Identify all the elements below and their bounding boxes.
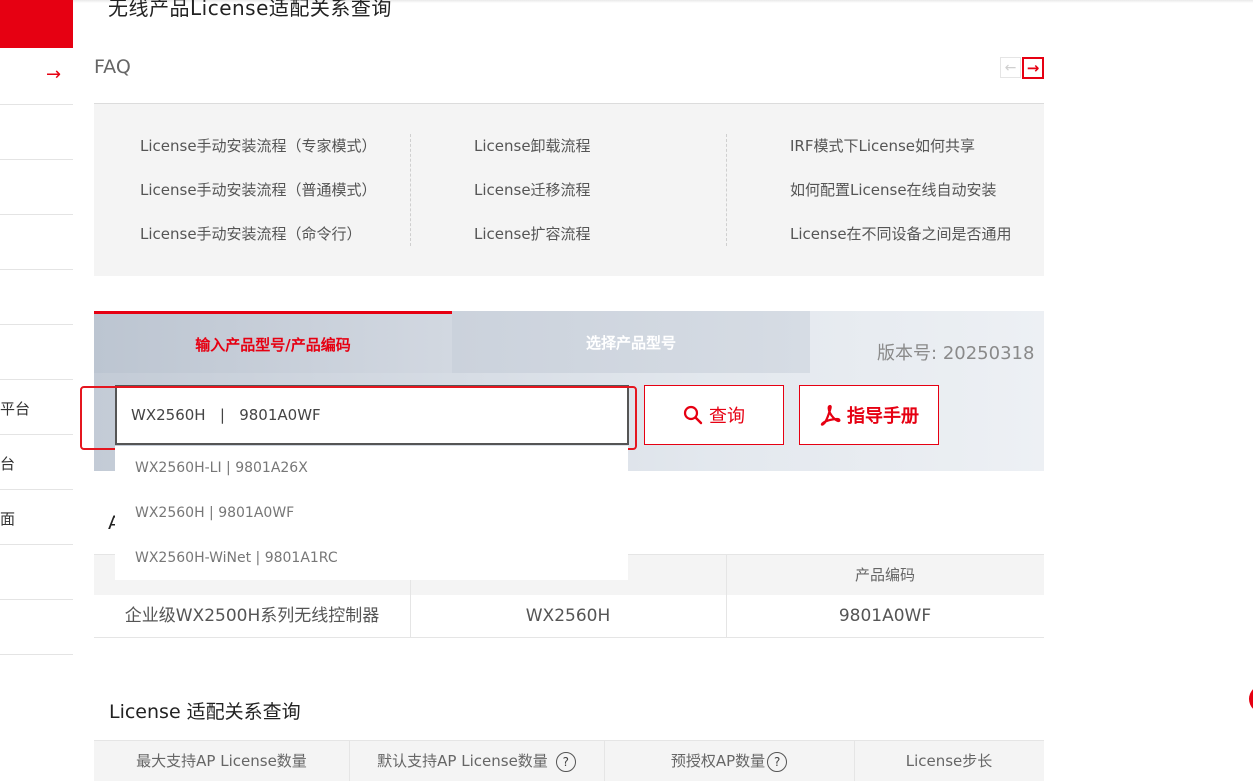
guide-button-label: 指导手册 — [847, 406, 919, 427]
faq-column-separator — [726, 134, 727, 246]
chevron-left-icon[interactable]: ← — [1000, 57, 1021, 78]
sidebar-divider — [0, 379, 73, 380]
table-cell: 9801A0WF — [838, 606, 932, 626]
version-number: 版本号: 20250318 — [877, 339, 1034, 365]
faq-title: FAQ — [94, 56, 131, 78]
table-row: 企业级WX2500H系列无线控制器 WX2560H 9801A0WF — [94, 595, 1044, 638]
license-header-label: 预授权AP数量 — [670, 752, 766, 770]
faq-link[interactable]: License手动安装流程（专家模式） — [140, 136, 377, 180]
arrow-right-icon[interactable]: → — [46, 64, 61, 85]
faq-link[interactable]: License迁移流程 — [474, 180, 591, 224]
arrow-right-icon[interactable]: → — [1022, 57, 1044, 79]
faq-panel: License手动安装流程（专家模式） License手动安装流程（普通模式） … — [94, 104, 1044, 276]
sidebar-divider — [0, 159, 73, 160]
license-section-title: License 适配关系查询 — [109, 701, 301, 723]
faq-link[interactable]: IRF模式下License如何共享 — [790, 136, 1012, 180]
sidebar-divider — [0, 599, 73, 600]
page-title: 无线产品License适配关系查询 — [108, 0, 392, 20]
license-header-label: 最大支持AP License数量 — [136, 752, 307, 770]
license-header-label: License步长 — [905, 752, 993, 770]
table-cell: WX2560H — [525, 606, 611, 626]
suggestion-dropdown: WX2560H-LI | 9801A26X WX2560H | 9801A0WF… — [115, 446, 628, 580]
faq-column: License卸载流程 License迁移流程 License扩容流程 — [474, 136, 591, 268]
sidebar-divider — [0, 104, 73, 105]
floating-service-button[interactable] — [1249, 685, 1253, 713]
sidebar-divider — [0, 489, 73, 490]
faq-link[interactable]: License手动安装流程（普通模式） — [140, 180, 377, 224]
version-value: 20250318 — [942, 343, 1035, 364]
sidebar-active-item[interactable] — [0, 0, 73, 48]
suggestion-item[interactable]: WX2560H-WiNet | 9801A1RC — [115, 536, 628, 581]
help-icon[interactable]: ? — [555, 751, 576, 772]
suggestion-item[interactable]: WX2560H-LI | 9801A26X — [115, 446, 628, 491]
tab-input-model-code[interactable]: 输入产品型号/产品编码 — [94, 311, 452, 373]
search-icon — [683, 405, 703, 425]
pdf-icon — [820, 404, 841, 426]
sidebar-divider — [0, 214, 73, 215]
license-header-cell: 预授权AP数量? — [604, 741, 854, 781]
faq-link[interactable]: License扩容流程 — [474, 224, 591, 268]
faq-link[interactable]: License在不同设备之间是否通用 — [790, 224, 1012, 268]
sidebar-divider — [0, 434, 73, 435]
license-header-cell: License步长 — [854, 741, 1044, 781]
faq-column: IRF模式下License如何共享 如何配置License在线自动安装 Lice… — [790, 136, 1012, 268]
table-cell: 企业级WX2500H系列无线控制器 — [124, 606, 380, 626]
sidebar-divider — [0, 269, 73, 270]
help-icon[interactable]: ? — [767, 751, 788, 772]
faq-column-separator — [410, 134, 411, 246]
sidebar-divider — [0, 324, 73, 325]
license-header-label: 默认支持AP License数量 — [377, 752, 548, 770]
faq-link[interactable]: License手动安装流程（命令行） — [140, 224, 377, 268]
version-label: 版本号: — [877, 343, 938, 364]
sidebar-item-label[interactable]: 面 — [0, 508, 15, 529]
faq-column: License手动安装流程（专家模式） License手动安装流程（普通模式） … — [140, 136, 377, 268]
license-header-cell: 默认支持AP License数量? — [349, 741, 604, 781]
license-table-header: 最大支持AP License数量 默认支持AP License数量? 预授权AP… — [94, 740, 1044, 781]
sidebar-item-label[interactable]: 平台 — [0, 398, 30, 419]
input-highlight-box — [80, 386, 637, 450]
tab-select-model[interactable]: 选择产品型号 — [452, 311, 810, 373]
license-header-cell: 最大支持AP License数量 — [94, 741, 349, 781]
suggestion-item[interactable]: WX2560H | 9801A0WF — [115, 491, 628, 536]
sidebar-divider — [0, 654, 73, 655]
faq-link[interactable]: License卸载流程 — [474, 136, 591, 180]
left-sidebar: → 平台 台 面 — [0, 0, 73, 779]
guide-manual-button[interactable]: 指导手册 — [799, 385, 939, 445]
faq-link[interactable]: 如何配置License在线自动安装 — [790, 180, 1012, 224]
query-button[interactable]: 查询 — [644, 385, 784, 445]
sidebar-divider — [0, 544, 73, 545]
sidebar-item-label[interactable]: 台 — [0, 453, 15, 474]
table-header-cell: 产品编码 — [854, 566, 915, 584]
query-button-label: 查询 — [709, 406, 745, 427]
